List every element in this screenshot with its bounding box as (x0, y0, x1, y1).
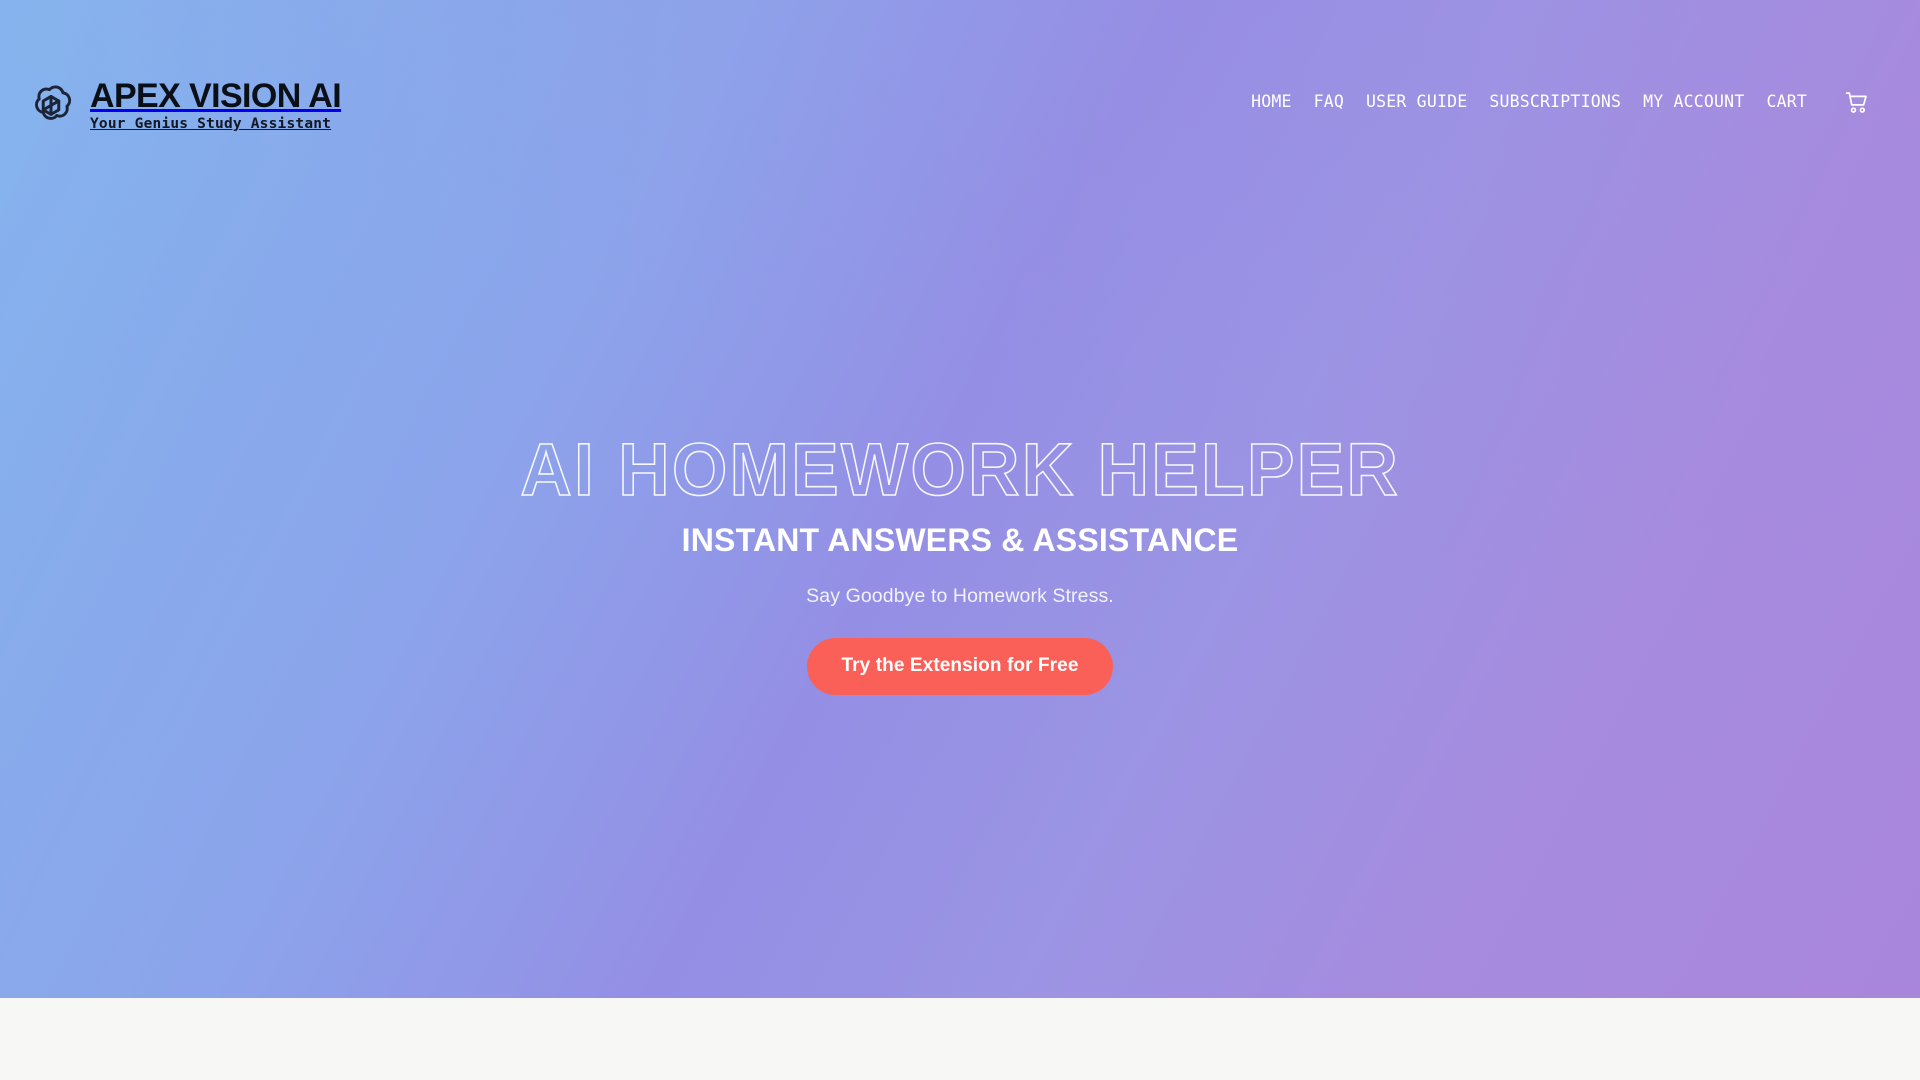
nav-item-user-guide[interactable]: USER GUIDE (1355, 88, 1478, 117)
main-navigation: HOME FAQ USER GUIDE SUBSCRIPTIONS MY ACC… (1240, 88, 1872, 118)
hero-headline: AI HOMEWORK HELPER (519, 428, 1400, 511)
nav-item-faq[interactable]: FAQ (1303, 88, 1355, 117)
brand-title: APEX VISION AI (90, 76, 342, 115)
site-header: APEX VISION AI Your Genius Study Assista… (0, 0, 1920, 205)
brand-text-block: APEX VISION AI Your Genius Study Assista… (90, 76, 342, 133)
nav-item-home[interactable]: HOME (1240, 88, 1303, 117)
hero-kicker-text: Say Goodbye to Homework Stress. (806, 585, 1114, 608)
openai-knot-logo-icon (35, 85, 72, 121)
hero-content: AI HOMEWORK HELPER INSTANT ANSWERS & ASS… (0, 428, 1920, 695)
hero-subheadline: INSTANT ANSWERS & ASSISTANCE (681, 522, 1239, 558)
nav-item-my-account[interactable]: MY ACCOUNT (1632, 88, 1755, 117)
brand-tagline: Your Genius Study Assistant (90, 115, 332, 132)
cart-button[interactable] (1842, 88, 1872, 118)
try-extension-cta-button[interactable]: Try the Extension for Free (807, 637, 1113, 695)
shopping-cart-icon (1845, 91, 1867, 113)
nav-item-subscriptions[interactable]: SUBSCRIPTIONS (1478, 88, 1632, 117)
hero-section: APEX VISION AI Your Genius Study Assista… (0, 0, 1920, 998)
below-fold-section (0, 998, 1920, 1080)
nav-item-cart[interactable]: CART (1755, 88, 1818, 117)
brand-logo-link[interactable]: APEX VISION AI Your Genius Study Assista… (28, 72, 342, 133)
